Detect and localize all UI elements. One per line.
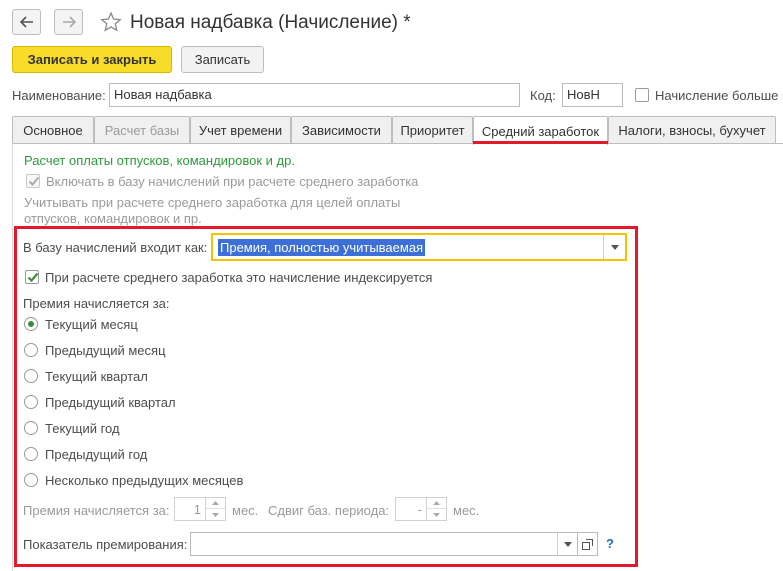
dropdown-arrow-icon[interactable] <box>603 235 625 259</box>
accrual-more-checkbox[interactable] <box>635 88 649 102</box>
radio-several-months[interactable] <box>24 473 38 487</box>
open-window-icon <box>582 538 593 550</box>
months-stepper: 1 <box>174 497 226 521</box>
base-type-select[interactable]: Премия, полностью учитываемая <box>211 233 627 261</box>
months-unit: мес. <box>232 503 259 518</box>
include-base-label: Включать в базу начислений при расчете с… <box>46 174 419 189</box>
stepper-up-icon <box>427 498 446 509</box>
radio-previous-month[interactable] <box>24 343 38 357</box>
save-button[interactable]: Записать <box>181 46 264 73</box>
checkmark-icon <box>28 176 40 186</box>
base-type-value: Премия, полностью учитываемая <box>218 239 426 256</box>
shift-stepper: - <box>395 497 447 521</box>
hint-line-1: Учитывать при расчете среднего заработка… <box>24 195 401 210</box>
section-title: Расчет оплаты отпусков, командировок и д… <box>24 153 295 168</box>
indicator-label: Показатель премирования: <box>23 537 188 552</box>
radio-label-previous-quarter: Предыдущий квартал <box>45 395 176 410</box>
dropdown-arrow-icon[interactable] <box>557 533 577 555</box>
shift-unit: мес. <box>453 503 480 518</box>
code-label: Код: <box>530 88 556 103</box>
tab-bar: Основное Расчет базы Учет времени Зависи… <box>12 116 783 145</box>
code-input[interactable]: НовН <box>562 83 623 107</box>
tab-priority[interactable]: Приоритет <box>392 116 473 144</box>
help-icon[interactable]: ? <box>606 536 614 551</box>
hint-line-2: отпусков, командировок и пр. <box>24 211 202 226</box>
tab-dependencies[interactable]: Зависимости <box>291 116 392 144</box>
radio-label-previous-year: Предыдущий год <box>45 447 148 462</box>
forward-button[interactable] <box>54 9 83 35</box>
indicator-input[interactable] <box>190 532 578 556</box>
bonus-for-title: Премия начисляется за: <box>23 296 170 311</box>
indexed-checkbox[interactable] <box>25 270 39 284</box>
stepper-down-icon <box>206 509 225 520</box>
shift-value: - <box>417 502 422 517</box>
favorite-star-icon[interactable] <box>100 11 122 36</box>
arrow-right-icon <box>62 16 76 28</box>
arrow-left-icon <box>19 16 33 28</box>
bonus-for-disabled-label: Премия начисляется за: <box>23 503 170 518</box>
radio-previous-quarter[interactable] <box>24 395 38 409</box>
tab-time-accounting[interactable]: Учет времени <box>190 116 291 144</box>
radio-label-several-months: Несколько предыдущих месяцев <box>45 473 244 488</box>
tab-base-calc[interactable]: Расчет базы <box>94 116 190 144</box>
radio-previous-year[interactable] <box>24 447 38 461</box>
radio-label-previous-month: Предыдущий месяц <box>45 343 166 358</box>
active-tab-highlight <box>473 141 608 144</box>
months-value: 1 <box>193 502 201 517</box>
checkmark-icon <box>27 272 39 283</box>
radio-current-year[interactable] <box>24 421 38 435</box>
radio-current-quarter[interactable] <box>24 369 38 383</box>
shift-label: Сдвиг баз. периода: <box>268 503 390 518</box>
radio-current-month[interactable] <box>24 317 38 331</box>
indexed-label: При расчете среднего заработка это начис… <box>45 270 433 285</box>
radio-label-current-month: Текущий месяц <box>45 317 138 332</box>
open-indicator-button[interactable] <box>578 532 598 556</box>
tab-main[interactable]: Основное <box>12 116 94 144</box>
stepper-up-icon <box>206 498 225 509</box>
accrual-more-label: Начисление больше н <box>655 88 783 103</box>
tab-taxes[interactable]: Налоги, взносы, бухучет <box>608 116 776 144</box>
window-title: Новая надбавка (Начисление) * <box>130 12 411 33</box>
base-label: В базу начислений входит как: <box>23 240 208 255</box>
radio-label-current-quarter: Текущий квартал <box>45 369 148 384</box>
back-button[interactable] <box>12 9 41 35</box>
include-base-checkbox <box>26 174 40 188</box>
name-label: Наименование: <box>12 88 106 103</box>
name-input[interactable]: Новая надбавка <box>109 83 520 107</box>
save-and-close-button[interactable]: Записать и закрыть <box>12 46 172 73</box>
radio-label-current-year: Текущий год <box>45 421 120 436</box>
stepper-down-icon <box>427 509 446 520</box>
